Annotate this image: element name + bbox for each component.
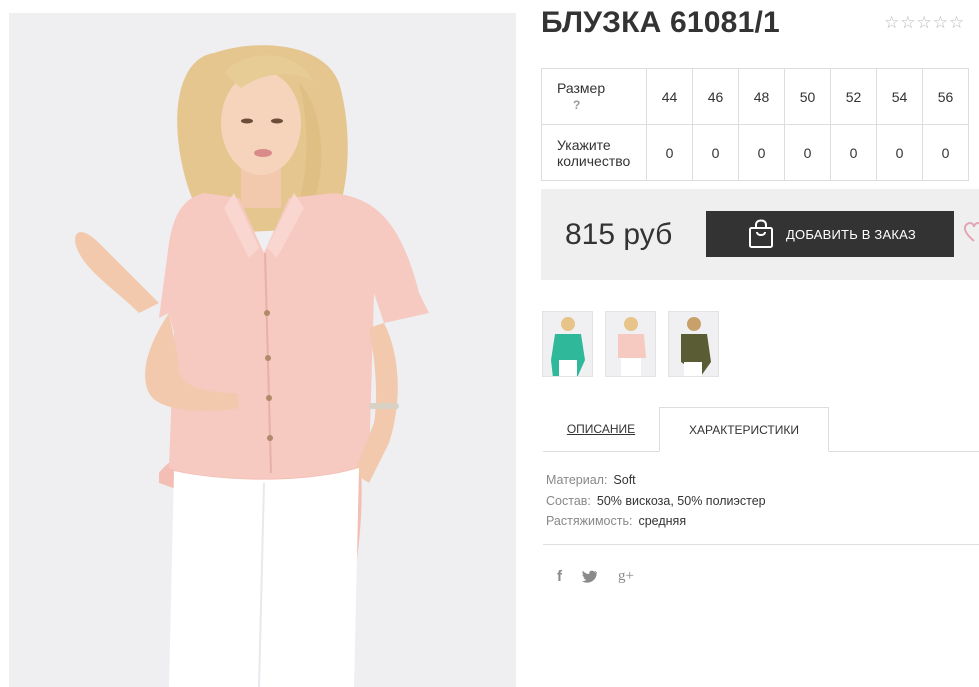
thumbnail-olive[interactable] <box>668 311 719 377</box>
size-label-cell: Размер ? <box>541 68 647 125</box>
quantity-row: Укажите количество 0 0 0 0 0 0 0 <box>541 124 969 181</box>
purchase-panel: 815 руб ДОБАВИТЬ В ЗАКАЗ <box>541 189 979 280</box>
size-cell[interactable]: 52 <box>830 68 877 125</box>
thumbnail-pink[interactable] <box>605 311 656 377</box>
model-illustration <box>9 13 516 687</box>
thumbnail-pink-image <box>606 312 655 376</box>
spec-row-composition: Состав: 50% вискоза, 50% полиэстер <box>546 491 766 512</box>
star-icon[interactable]: ☆ <box>900 14 915 31</box>
add-to-order-button[interactable]: ДОБАВИТЬ В ЗАКАЗ <box>706 211 954 257</box>
size-label: Размер <box>557 80 606 96</box>
quantity-label-line2: количество <box>557 152 631 169</box>
spec-row-stretch: Растяжимость: средняя <box>546 511 766 532</box>
size-cell[interactable]: 44 <box>646 68 693 125</box>
spec-row-material: Материал: Soft <box>546 470 766 491</box>
star-icon[interactable]: ☆ <box>884 14 899 31</box>
thumbnail-mint-image <box>543 312 592 376</box>
thumbnail-olive-image <box>669 312 718 376</box>
spec-value: средняя <box>638 514 687 528</box>
size-cell[interactable]: 56 <box>922 68 969 125</box>
social-share: f g+ <box>557 568 634 585</box>
quantity-label-line1: Укажите <box>557 136 611 153</box>
tab-description[interactable]: ОПИСАНИЕ <box>543 408 659 451</box>
star-icon[interactable]: ☆ <box>949 14 964 31</box>
rating-stars[interactable]: ☆ ☆ ☆ ☆ ☆ <box>884 14 964 31</box>
quantity-input[interactable]: 0 <box>922 124 969 181</box>
product-photo[interactable] <box>9 13 516 687</box>
size-help-icon[interactable]: ? <box>573 97 646 113</box>
characteristics-list: Материал: Soft Состав: 50% вискоза, 50% по… <box>546 470 766 532</box>
quantity-label-cell: Укажите количество <box>541 124 647 181</box>
thumbnail-mint[interactable] <box>542 311 593 377</box>
quantity-input[interactable]: 0 <box>830 124 877 181</box>
spec-value: 50% вискоза, 50% полиэстер <box>596 493 766 508</box>
spec-key: Растяжимость: <box>546 514 633 528</box>
thumbnail-strip <box>542 311 719 377</box>
spec-key: Материал: <box>546 473 608 487</box>
size-cell[interactable]: 46 <box>692 68 739 125</box>
size-cell[interactable]: 50 <box>784 68 831 125</box>
quantity-input[interactable]: 0 <box>784 124 831 181</box>
star-icon[interactable]: ☆ <box>933 14 948 31</box>
quantity-input[interactable]: 0 <box>738 124 785 181</box>
size-row: Размер ? 44 46 48 50 52 54 56 <box>541 68 969 125</box>
tab-characteristics[interactable]: ХАРАКТЕРИСТИКИ <box>659 407 829 452</box>
price: 815 руб <box>565 218 673 251</box>
quantity-input[interactable]: 0 <box>692 124 739 181</box>
product-title: БЛУЗКА 61081/1 <box>541 6 780 39</box>
heart-icon[interactable] <box>964 221 979 245</box>
add-to-order-label: ДОБАВИТЬ В ЗАКАЗ <box>786 226 916 242</box>
spec-key: Состав: <box>546 493 591 508</box>
section-divider <box>543 544 979 545</box>
shopping-bag-icon <box>749 219 773 248</box>
quantity-input[interactable]: 0 <box>876 124 923 181</box>
size-cell[interactable]: 54 <box>876 68 923 125</box>
quantity-input[interactable]: 0 <box>646 124 693 181</box>
facebook-icon[interactable]: f <box>557 568 562 585</box>
spec-value: Soft <box>613 473 636 487</box>
size-table: Размер ? 44 46 48 50 52 54 56 Укажите ко… <box>541 68 969 181</box>
star-icon[interactable]: ☆ <box>917 14 932 31</box>
googleplus-icon[interactable]: g+ <box>618 568 634 585</box>
twitter-icon[interactable] <box>582 570 598 584</box>
size-cell[interactable]: 48 <box>738 68 785 125</box>
